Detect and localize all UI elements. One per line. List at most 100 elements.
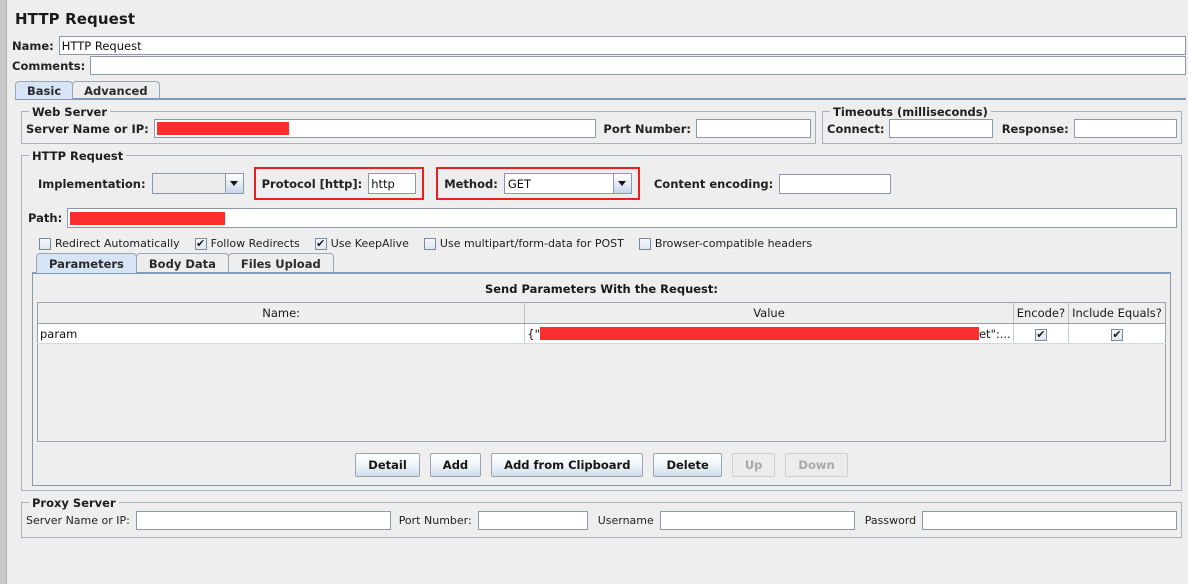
path-redaction (70, 211, 226, 225)
cell-include-equals-checkbox[interactable]: ✔ (1068, 323, 1166, 344)
proxy-password-label: Password (864, 514, 917, 527)
content-encoding-input[interactable] (779, 173, 892, 194)
cell-param-name[interactable]: param (37, 323, 526, 344)
tab-advanced[interactable]: Advanced (72, 81, 160, 99)
checkbox-label: Browser-compatible headers (654, 237, 813, 250)
column-header-encode[interactable]: Encode? (1013, 302, 1069, 324)
checkbox-browser-compatible-headers[interactable]: Browser-compatible headers (638, 237, 813, 250)
response-timeout-input[interactable] (1073, 119, 1178, 138)
chevron-down-icon[interactable] (612, 174, 631, 193)
port-number-label: Port Number: (603, 121, 691, 136)
web-server-group-title: Web Server (29, 105, 111, 119)
table-row[interactable]: param {" et":... ✔ ✔ (37, 323, 1166, 344)
down-button: Down (785, 453, 848, 477)
checkbox-use-multipart-form-data[interactable]: Use multipart/form-data for POST (423, 237, 624, 250)
path-input[interactable] (67, 208, 1177, 228)
cell-encode-checkbox[interactable]: ✔ (1013, 323, 1069, 344)
column-header-value[interactable]: Value (524, 302, 1014, 324)
protocol-input[interactable]: http (368, 173, 417, 194)
param-value-prefix: {" (527, 326, 540, 341)
tab-files-upload[interactable]: Files Upload (227, 253, 334, 273)
name-label: Name: (12, 38, 54, 53)
http-request-fields-row: Implementation: Protocol [http]: http Me… (38, 167, 1177, 200)
connect-timeout-input[interactable] (889, 119, 993, 138)
response-timeout-label: Response: (1001, 121, 1069, 136)
checkbox-box-icon[interactable] (638, 237, 651, 250)
proxy-server-name-input[interactable] (135, 511, 391, 530)
request-options-checkboxes: Redirect Automatically ✔ Follow Redirect… (39, 237, 1177, 250)
column-header-include-equals[interactable]: Include Equals? (1068, 302, 1166, 324)
connect-timeout-label: Connect: (827, 121, 885, 136)
proxy-server-fields: Server Name or IP: Port Number: Username… (26, 511, 1177, 530)
up-button: Up (731, 453, 776, 477)
proxy-server-group-title: Proxy Server (29, 496, 119, 510)
server-name-label: Server Name or IP: (26, 121, 149, 136)
checkbox-box-icon[interactable]: ✔ (314, 236, 327, 250)
method-label: Method: (444, 176, 498, 191)
check-mark-icon: ✔ (1036, 327, 1046, 341)
param-value-suffix: et":... (978, 326, 1011, 341)
check-mark-icon: ✔ (316, 236, 326, 250)
proxy-server-group: Proxy Server Server Name or IP: Port Num… (21, 496, 1182, 538)
parameters-table-empty-area[interactable] (37, 344, 1166, 442)
name-input[interactable]: HTTP Request (58, 36, 1186, 55)
main-tabstrip: Basic Advanced (15, 80, 1188, 99)
checkbox-redirect-automatically[interactable]: Redirect Automatically (39, 237, 180, 250)
comments-label: Comments: (12, 58, 86, 73)
check-mark-icon: ✔ (1112, 327, 1122, 341)
http-request-group: HTTP Request Implementation: Protocol [h… (21, 149, 1182, 491)
checkbox-box-icon[interactable] (423, 237, 436, 250)
checkbox-box-icon[interactable] (39, 237, 51, 250)
protocol-annotation-box: Protocol [http]: http (253, 167, 425, 200)
jmeter-http-request-panel: HTTP Request Name: HTTP Request Comments… (0, 0, 1188, 584)
http-request-group-title: HTTP Request (29, 149, 127, 163)
add-button[interactable]: Add (429, 453, 482, 477)
comments-input[interactable] (90, 56, 1186, 75)
server-name-input[interactable] (153, 119, 597, 138)
server-timeouts-row: Web Server Server Name or IP: Port Numbe… (15, 100, 1186, 144)
proxy-username-label: Username (597, 514, 654, 527)
detail-button[interactable]: Detail (355, 453, 420, 477)
checkbox-box-icon[interactable]: ✔ (194, 237, 207, 250)
cell-param-value[interactable]: {" et":... (524, 323, 1014, 344)
table-header-row: Name: Value Encode? Include Equals? (37, 302, 1166, 324)
proxy-password-input[interactable] (922, 511, 1177, 530)
parameters-button-row: Detail Add Add from Clipboard Delete Up … (37, 453, 1166, 477)
port-number-input[interactable] (696, 119, 811, 138)
proxy-port-label: Port Number: (398, 514, 472, 527)
checkbox-follow-redirects[interactable]: ✔ Follow Redirects (194, 237, 300, 250)
proxy-username-input[interactable] (659, 511, 855, 530)
delete-button[interactable]: Delete (653, 453, 722, 477)
proxy-port-input[interactable] (477, 511, 588, 530)
parameters-panel: Send Parameters With the Request: Name: … (32, 272, 1171, 486)
tab-basic[interactable]: Basic (15, 81, 74, 99)
timeouts-fields: Connect: Response: (827, 119, 1178, 138)
name-row: Name: HTTP Request (12, 36, 1186, 55)
path-row: Path: (28, 208, 1177, 228)
comments-row: Comments: (12, 56, 1186, 75)
column-header-name[interactable]: Name: (37, 302, 526, 324)
implementation-value (152, 174, 225, 193)
send-parameters-header: Send Parameters With the Request: (484, 282, 719, 296)
panel-content: HTTP Request Name: HTTP Request Comments… (7, 0, 1188, 584)
parameters-tabstrip: Parameters Body Data Files Upload (36, 252, 1177, 273)
web-server-group: Web Server Server Name or IP: Port Numbe… (21, 105, 816, 144)
protocol-label: Protocol [http]: (261, 176, 363, 191)
implementation-select[interactable] (151, 173, 244, 194)
web-server-fields: Server Name or IP: Port Number: (26, 119, 811, 138)
param-value-content: {" et":... (527, 327, 1010, 341)
checkbox-label: Use KeepAlive (330, 237, 409, 250)
tab-body-data[interactable]: Body Data (135, 253, 229, 273)
checkbox-box-icon[interactable]: ✔ (1110, 327, 1123, 341)
basic-tab-panel: Web Server Server Name or IP: Port Numbe… (15, 98, 1186, 538)
timeouts-group-title: Timeouts (milliseconds) (830, 105, 991, 119)
path-label: Path: (28, 211, 63, 225)
param-value-redaction (539, 327, 979, 340)
chevron-down-icon[interactable] (224, 174, 243, 193)
checkbox-label: Follow Redirects (210, 237, 300, 250)
checkbox-use-keepalive[interactable]: ✔ Use KeepAlive (314, 236, 409, 250)
checkbox-box-icon[interactable]: ✔ (1034, 327, 1047, 341)
add-from-clipboard-button[interactable]: Add from Clipboard (491, 453, 644, 477)
tab-parameters[interactable]: Parameters (36, 253, 137, 273)
method-select[interactable]: GET (503, 173, 632, 194)
